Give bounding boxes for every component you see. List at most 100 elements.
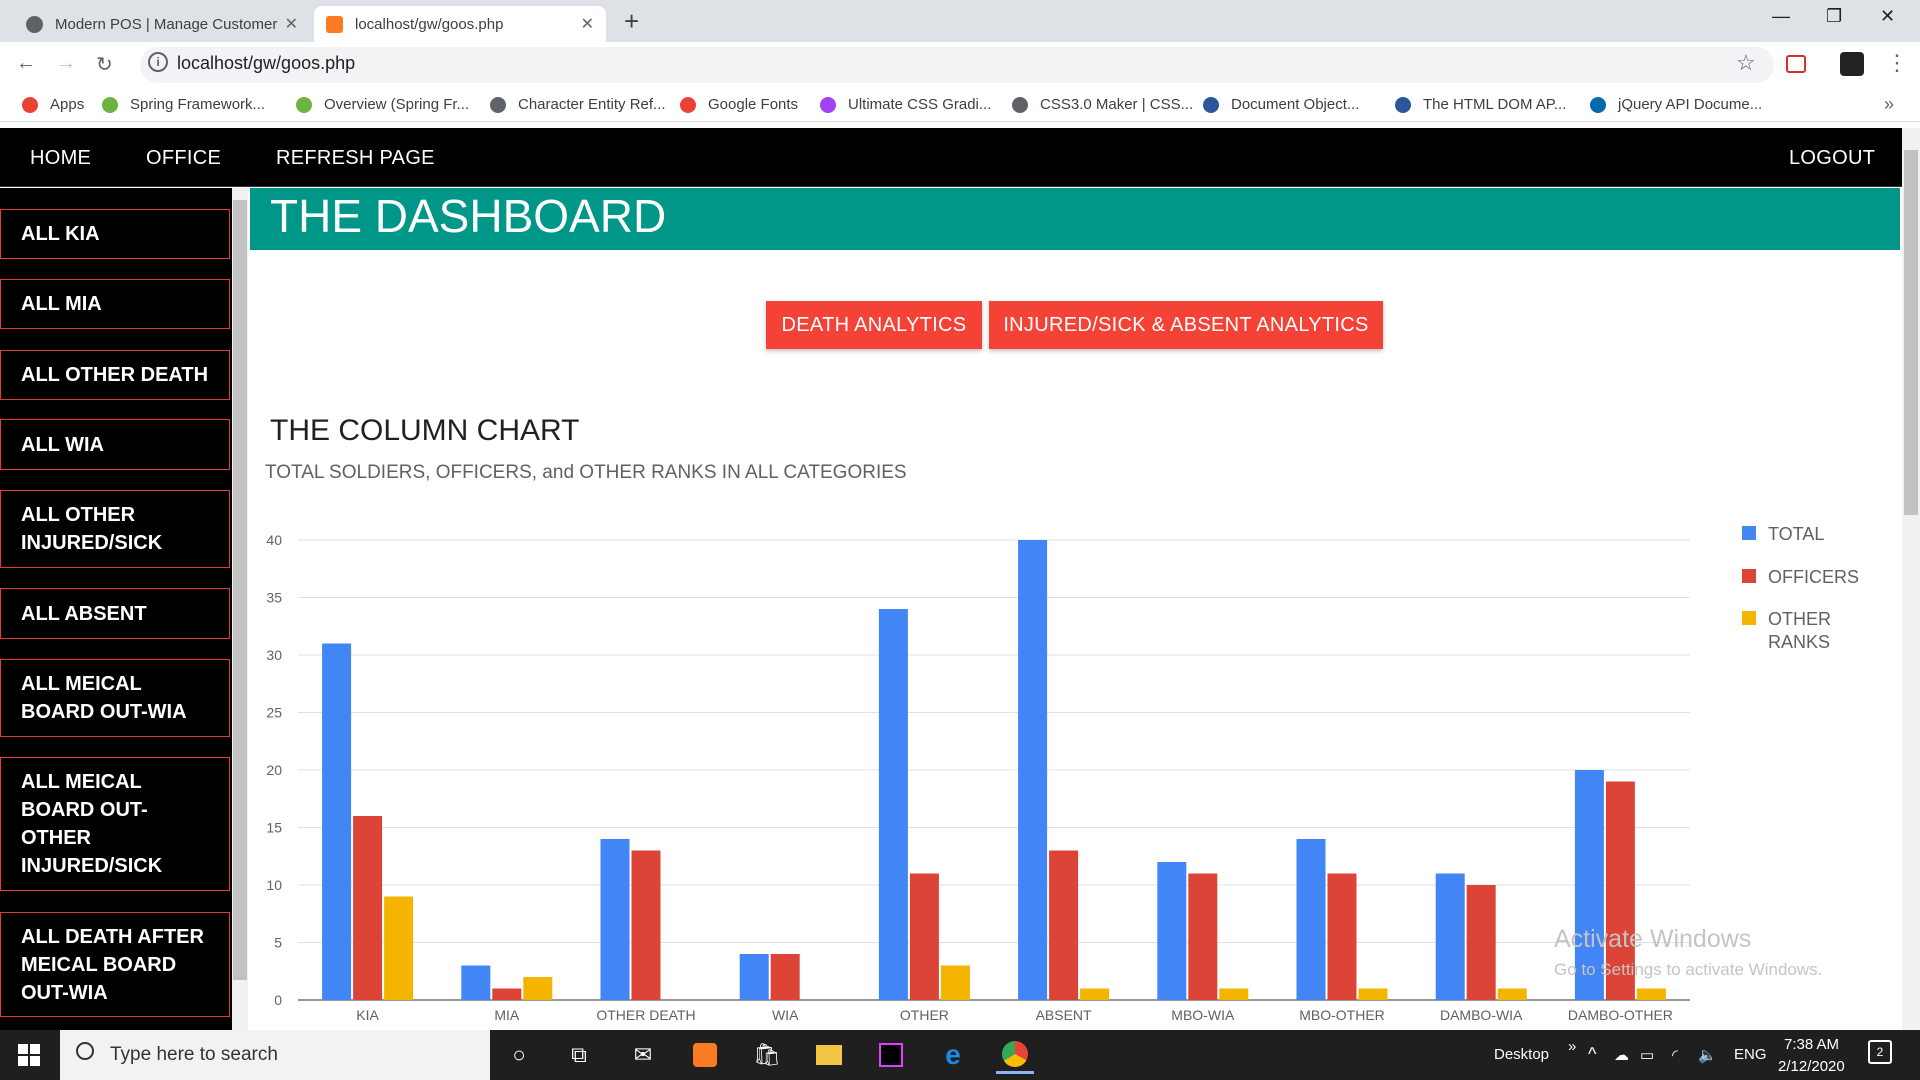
bookmark-item[interactable]: Apps — [22, 96, 84, 113]
bookmark-item[interactable]: Character Entity Ref... — [490, 96, 666, 113]
maximize-icon[interactable]: ❐ — [1826, 6, 1842, 27]
cortana-icon[interactable]: ○ — [500, 1036, 538, 1074]
profile-avatar[interactable] — [1840, 52, 1864, 76]
file-explorer-icon[interactable] — [810, 1036, 848, 1074]
close-window-icon[interactable]: ✕ — [1880, 6, 1895, 27]
menu-dots-icon[interactable]: ⋮ — [1886, 50, 1908, 76]
bookmark-item[interactable]: Spring Framework... — [102, 96, 265, 113]
sidebar-item-kia[interactable]: ALL KIA — [0, 209, 230, 259]
wifi-icon[interactable]: ◜ — [1672, 1046, 1678, 1064]
sidebar-item-wia[interactable]: ALL WIA — [0, 419, 230, 470]
bar-other-ranks — [1080, 988, 1110, 1000]
bookmark-label: Character Entity Ref... — [518, 96, 666, 113]
bar-officers — [909, 873, 939, 1000]
sidebar-item-absent[interactable]: ALL ABSENT — [0, 588, 230, 639]
bookmark-favicon-icon — [296, 96, 312, 113]
task-view-icon[interactable]: ⧉ — [560, 1036, 598, 1074]
volume-icon[interactable]: 🔈 — [1698, 1046, 1717, 1064]
y-tick-label: 40 — [266, 532, 282, 548]
chrome-icon[interactable] — [996, 1036, 1034, 1074]
bookmark-label: Apps — [50, 96, 85, 113]
bookmark-label: The HTML DOM AP... — [1423, 96, 1567, 113]
bookmark-favicon-icon — [490, 96, 506, 113]
bookmark-item[interactable]: Google Fonts — [680, 96, 798, 113]
nav-office-link[interactable]: OFFICE — [146, 147, 221, 170]
reload-icon[interactable]: ↻ — [96, 52, 113, 77]
bar-other-ranks — [523, 977, 553, 1000]
bookmark-item[interactable]: Overview (Spring Fr... — [296, 96, 469, 113]
x-tick-label: MBO-OTHER — [1299, 1007, 1385, 1023]
forward-arrow-icon[interactable]: → — [56, 52, 76, 75]
url-text[interactable]: localhost/gw/goos.php — [177, 53, 355, 74]
x-tick-label: WIA — [772, 1007, 799, 1023]
bookmark-item[interactable]: The HTML DOM AP... — [1395, 96, 1566, 113]
chevron-right-icon[interactable]: » — [1884, 94, 1894, 115]
clock-time[interactable]: 7:38 AM — [1784, 1036, 1839, 1053]
nav-refresh-link[interactable]: REFRESH PAGE — [276, 147, 435, 170]
bar-other-ranks — [1219, 988, 1249, 1000]
bookmark-favicon-icon — [102, 96, 118, 113]
bookmark-item[interactable]: Ultimate CSS Gradi... — [820, 96, 991, 113]
bar-total — [1018, 540, 1048, 1000]
bar-total — [322, 643, 352, 1000]
bar-other-ranks — [1636, 988, 1666, 1000]
bookmark-item[interactable]: CSS3.0 Maker | CSS... — [1012, 96, 1193, 113]
xampp-app-icon[interactable] — [686, 1036, 724, 1074]
x-tick-label: KIA — [356, 1007, 379, 1023]
edge-icon[interactable]: e — [934, 1036, 972, 1074]
taskbar-search-input[interactable]: Type here to search — [110, 1044, 278, 1066]
sidebar-item-other-injured[interactable]: ALL OTHER INJURED/SICK — [0, 490, 230, 568]
browser-tab-active[interactable]: localhost/gw/goos.php ✕ — [314, 6, 606, 42]
notification-center-icon[interactable]: 2 — [1868, 1040, 1892, 1064]
bookmark-label: Google Fonts — [708, 96, 799, 113]
chevron-up-icon[interactable]: » — [1568, 1038, 1576, 1055]
injured-analytics-button[interactable]: INJURED/SICK & ABSENT ANALYTICS — [989, 301, 1383, 349]
x-tick-label: MIA — [494, 1007, 520, 1023]
legend-swatch — [1742, 569, 1756, 583]
sidebar-item-mia[interactable]: ALL MIA — [0, 279, 230, 329]
intellij-icon[interactable] — [872, 1036, 910, 1074]
sidebar-item-mbo-other[interactable]: ALL MEICAL BOARD OUT-OTHER INJURED/SICK — [0, 757, 230, 891]
extension-icon[interactable] — [1786, 55, 1806, 73]
globe-icon — [26, 15, 43, 33]
minimize-icon[interactable]: — — [1772, 6, 1790, 27]
sidebar-item-other-death[interactable]: ALL OTHER DEATH — [0, 350, 230, 400]
desktop-label[interactable]: Desktop — [1494, 1046, 1549, 1063]
death-analytics-button[interactable]: DEATH ANALYTICS — [766, 301, 982, 349]
tray-arrow-icon[interactable]: ^ — [1588, 1044, 1596, 1065]
battery-icon[interactable]: ▭ — [1640, 1046, 1654, 1064]
bar-officers — [1327, 873, 1357, 1000]
sidebar-item-mbo-wia[interactable]: ALL MEICAL BOARD OUT-WIA — [0, 659, 230, 737]
store-icon[interactable]: 🛍 — [748, 1036, 786, 1074]
clock-date[interactable]: 2/12/2020 — [1778, 1058, 1845, 1075]
cloud-icon[interactable]: ☁ — [1614, 1046, 1629, 1064]
page-scroll-thumb[interactable] — [1904, 150, 1918, 515]
legend-label: TOTAL — [1768, 524, 1824, 544]
windows-start-icon[interactable] — [18, 1044, 40, 1066]
address-bar[interactable] — [140, 47, 1774, 83]
nav-logout-link[interactable]: LOGOUT — [1789, 147, 1875, 170]
new-tab-button[interactable]: + — [624, 6, 639, 37]
sidebar-item-death-after-mbo[interactable]: ALL DEATH AFTER MEICAL BOARD OUT-WIA — [0, 912, 230, 1017]
bookmark-star-icon[interactable]: ☆ — [1736, 50, 1756, 76]
bookmark-item[interactable]: jQuery API Docume... — [1590, 96, 1762, 113]
bookmark-item[interactable]: Document Object... — [1203, 96, 1359, 113]
tab-title: Modern POS | Manage Customer — [55, 15, 278, 33]
nav-home-link[interactable]: HOME — [30, 147, 91, 170]
info-icon[interactable]: i — [148, 52, 168, 72]
bookmark-favicon-icon — [1012, 96, 1028, 113]
y-tick-label: 10 — [266, 877, 282, 893]
back-arrow-icon[interactable]: ← — [16, 52, 36, 75]
language-indicator[interactable]: ENG — [1734, 1046, 1767, 1063]
mail-icon[interactable]: ✉ — [624, 1036, 662, 1074]
bar-officers — [631, 850, 661, 1000]
close-icon[interactable]: ✕ — [285, 14, 298, 34]
sidebar: ALL KIA ALL MIA ALL OTHER DEATH ALL WIA … — [0, 188, 232, 1030]
bookmark-label: jQuery API Docume... — [1618, 96, 1763, 113]
close-icon[interactable]: ✕ — [581, 14, 594, 34]
bookmark-favicon-icon — [1590, 96, 1606, 113]
bookmark-favicon-icon — [1395, 96, 1411, 113]
sidebar-scroll-thumb[interactable] — [233, 200, 247, 980]
y-tick-label: 25 — [266, 705, 282, 721]
browser-tab-inactive[interactable]: Modern POS | Manage Customer ✕ — [14, 6, 310, 42]
